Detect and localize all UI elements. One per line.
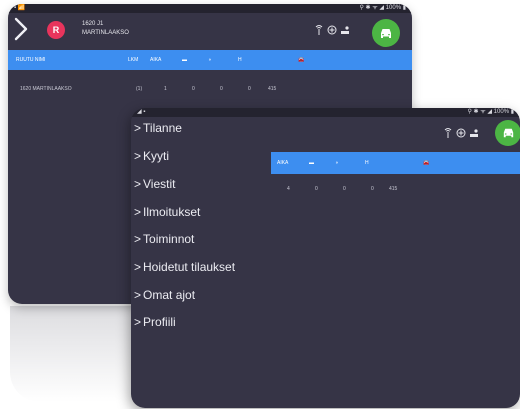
half-circle-icon: ◑: [208, 57, 212, 63]
chevron-right-icon: >: [134, 315, 142, 329]
status-left: ▪ 📶: [14, 5, 26, 11]
chevron-right-icon: >: [134, 177, 142, 191]
car-icon: [381, 29, 391, 38]
cell-c2: 0: [343, 186, 346, 192]
menu-label: Viestit: [143, 177, 176, 191]
menu-label: Toiminnot: [143, 232, 195, 246]
queue-icon[interactable]: [469, 128, 479, 142]
car-icon: 🚘: [423, 160, 430, 166]
menu-item-hoidetut-tilaukset[interactable]: > Hoidetut tilaukset: [134, 260, 235, 275]
antenna-icon[interactable]: [443, 128, 453, 142]
cell-aika: 1: [164, 86, 167, 92]
car-icon: 🚘: [298, 57, 305, 63]
chevron-right-icon: >: [134, 205, 142, 219]
car-name: MARTINLAAKSO: [82, 30, 129, 36]
cell-total: 415: [389, 186, 398, 192]
col-aika[interactable]: AIKA: [150, 57, 161, 63]
col-h[interactable]: H: [238, 57, 242, 63]
menu-label: Ilmoitukset: [143, 205, 201, 219]
menu-item-omat-ajot[interactable]: > Omat ajot: [134, 288, 195, 303]
chevron-right-icon: >: [134, 232, 142, 246]
cell-ruutu: 1620 MARTINLAAKSO: [20, 86, 72, 92]
cell-h: 0: [371, 186, 374, 192]
cell-lkm: (1): [136, 86, 143, 92]
half-circle-icon: ◑: [335, 160, 339, 166]
menu-item-profiili[interactable]: > Profiili: [134, 315, 176, 330]
antenna-icon[interactable]: [314, 25, 324, 39]
cell-c1: 0: [192, 86, 195, 92]
menu-item-tilanne[interactable]: > Tilanne: [134, 121, 182, 136]
car-icon: [503, 128, 513, 138]
cell-aika: 4: [287, 186, 290, 192]
col-ruutu-nimi[interactable]: RUUTU NIMI: [16, 57, 45, 63]
table-header: AIKA ▬ ◑ H 🚘: [271, 152, 520, 174]
col-h[interactable]: H: [365, 160, 369, 166]
plus-circle-icon[interactable]: [456, 128, 466, 142]
walk-icon: ▬: [182, 57, 187, 63]
status-bar: ◢ ▪ ⚲ ✱ ᯤ ◢ 100% ▮: [131, 108, 520, 117]
menu-label: Profiili: [143, 315, 176, 329]
status-right: ⚲ ✱ ᯤ ◢ 100% ▮: [467, 109, 515, 115]
car-status-button[interactable]: [372, 19, 400, 47]
chevron-right-icon: >: [134, 121, 142, 135]
plus-circle-icon[interactable]: [327, 25, 337, 39]
cell-c2: 0: [220, 86, 223, 92]
car-id: 1620 J1: [82, 21, 104, 27]
app-header: R 1620 J1 MARTINLAAKSO: [8, 13, 412, 47]
chevron-right-icon: >: [134, 149, 142, 163]
status-left: ◢ ▪: [137, 109, 146, 115]
car-status-button[interactable]: [495, 120, 520, 146]
status-bar: ▪ 📶 ⚲ ✱ ᯤ ◢ 100% ▮: [8, 4, 412, 13]
cell-c1: 0: [315, 186, 318, 192]
table-header: RUUTU NIMI LKM AIKA ▬ ◑ H 🚘: [8, 50, 412, 70]
queue-icon[interactable]: [340, 25, 350, 39]
cell-h: 0: [248, 86, 251, 92]
walk-icon: ▬: [309, 160, 314, 166]
status-right: ⚲ ✱ ᯤ ◢ 100% ▮: [359, 5, 407, 11]
chevron-right-icon: >: [134, 288, 142, 302]
col-aika[interactable]: AIKA: [277, 160, 288, 166]
menu-item-viestit[interactable]: > Viestit: [134, 177, 175, 192]
avatar[interactable]: R: [47, 21, 65, 39]
menu-label: Hoidetut tilaukset: [143, 260, 236, 274]
menu-item-kyyti[interactable]: > Kyyti: [134, 149, 169, 164]
col-lkm[interactable]: LKM: [128, 57, 138, 63]
chevron-right-icon: >: [134, 260, 142, 274]
menu-label: Omat ajot: [143, 288, 196, 302]
front-tablet-screen: ◢ ▪ ⚲ ✱ ᯤ ◢ 100% ▮ AIKA ▬ ◑ H 🚘 4 0 0 0 …: [131, 108, 520, 408]
cell-total: 415: [268, 86, 277, 92]
menu-item-ilmoitukset[interactable]: > Ilmoitukset: [134, 205, 200, 220]
menu-label: Tilanne: [143, 121, 182, 135]
menu-item-toiminnot[interactable]: > Toiminnot: [134, 232, 194, 247]
menu-label: Kyyti: [143, 149, 170, 163]
chevron-right-icon[interactable]: [14, 17, 28, 41]
